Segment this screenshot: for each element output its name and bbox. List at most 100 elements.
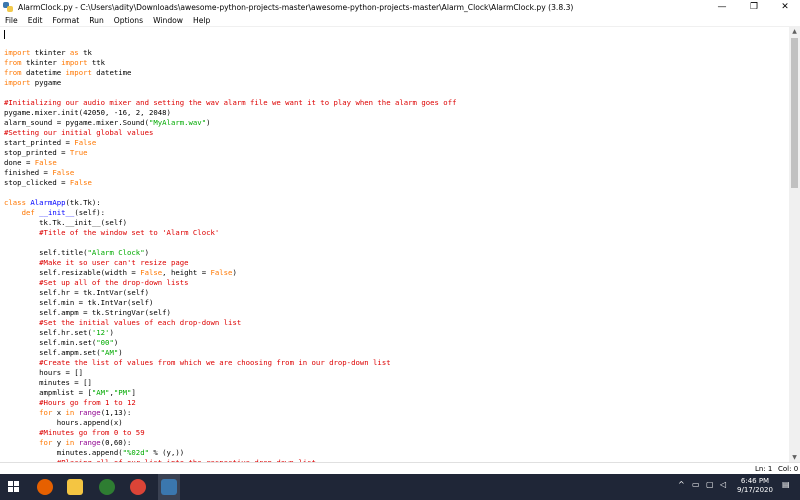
menu-help[interactable]: Help [188, 16, 215, 25]
code-token: AlarmApp [30, 198, 66, 207]
code-line[interactable]: self.min.set("00") [4, 338, 457, 348]
code-line[interactable]: #Title of the window set to 'Alarm Clock… [4, 228, 457, 238]
code-token: False [140, 268, 163, 277]
code-line[interactable]: self.hr = tk.IntVar(self) [4, 288, 457, 298]
code-line[interactable]: pygame.mixer.init(42050, -16, 2, 2048) [4, 108, 457, 118]
menu-run[interactable]: Run [84, 16, 109, 25]
python-idle-icon [3, 2, 13, 12]
system-clock[interactable]: 6:46 PM 9/17/2020 [736, 477, 774, 495]
code-line[interactable]: tk.Tk.__init__(self) [4, 218, 457, 228]
code-token: False [210, 268, 233, 277]
notification-icon[interactable]: ▤ [782, 480, 790, 489]
code-token: (0,60): [100, 438, 132, 447]
code-line[interactable]: start_printed = False [4, 138, 457, 148]
code-token: alarm_sound = pygame.mixer.Sound( [4, 118, 149, 127]
tray-expand-icon[interactable]: ^ [678, 480, 685, 489]
code-line[interactable] [4, 188, 457, 198]
code-line[interactable]: hours = [] [4, 368, 457, 378]
code-line[interactable]: #Create the list of values from which we… [4, 358, 457, 368]
code-line[interactable]: import pygame [4, 78, 457, 88]
code-token: "AM" [100, 348, 119, 357]
code-token: tkinter [21, 58, 62, 67]
code-line[interactable]: stop_printed = True [4, 148, 457, 158]
paint-app-icon[interactable] [99, 479, 115, 495]
code-line[interactable]: for x in range(1,13): [4, 408, 457, 418]
code-line[interactable]: #Hours go from 1 to 12 [4, 398, 457, 408]
scroll-down-icon[interactable]: ▼ [789, 452, 800, 462]
menu-file[interactable]: File [0, 16, 23, 25]
python-idle-taskbar-icon[interactable] [161, 479, 177, 495]
code-token: import [4, 48, 31, 57]
code-token: range [78, 408, 101, 417]
code-line[interactable]: minutes = [] [4, 378, 457, 388]
code-line[interactable] [4, 88, 457, 98]
chrome-icon[interactable] [130, 479, 146, 495]
code-line[interactable]: minutes.append("%02d" % (y,)) [4, 448, 457, 458]
code-line[interactable]: self.hr.set('12') [4, 328, 457, 338]
code-line[interactable]: #Set up all of the drop-down lists [4, 278, 457, 288]
code-token: (1,13): [100, 408, 132, 417]
code-line[interactable]: class AlarmApp(tk.Tk): [4, 198, 457, 208]
code-line[interactable]: #Minutes go from 0 to 59 [4, 428, 457, 438]
code-line[interactable]: from datetime import datetime [4, 68, 457, 78]
code-line[interactable]: hours.append(x) [4, 418, 457, 428]
code-line[interactable]: self.title("Alarm Clock") [4, 248, 457, 258]
code-token: self.resizable(width = [4, 268, 141, 277]
code-line[interactable]: finished = False [4, 168, 457, 178]
code-line[interactable]: self.resizable(width = False, height = F… [4, 268, 457, 278]
title-bar: AlarmClock.py - C:\Users\adity\Downloads… [0, 0, 800, 14]
firefox-icon[interactable] [37, 479, 53, 495]
code-line[interactable]: #Initializing our audio mixer and settin… [4, 98, 457, 108]
code-token: "00" [96, 338, 114, 347]
code-line[interactable]: stop_clicked = False [4, 178, 457, 188]
monitor-icon[interactable]: ▢ [706, 480, 714, 489]
close-button[interactable]: ✕ [770, 0, 800, 14]
minimize-button[interactable]: — [707, 0, 737, 14]
maximize-button[interactable]: ❐ [739, 0, 769, 14]
menu-window[interactable]: Window [148, 16, 188, 25]
clock-time: 6:46 PM [740, 477, 770, 485]
code-token: #Set up all of the drop-down lists [39, 278, 189, 287]
code-token: class [4, 198, 26, 207]
code-line[interactable]: def __init__(self): [4, 208, 457, 218]
code-token: "PM" [113, 388, 132, 397]
network-icon[interactable]: ▭ [692, 480, 700, 489]
code-line[interactable]: self.min = tk.IntVar(self) [4, 298, 457, 308]
code-token: __init__ [39, 208, 75, 217]
code-line[interactable]: #Set the initial values of each drop-dow… [4, 318, 457, 328]
code-token: pygame.mixer.init(42050, -16, 2, 2048) [4, 108, 171, 117]
code-token: import [65, 68, 92, 77]
code-line[interactable]: #Setting our initial global values [4, 128, 457, 138]
windows-start-icon[interactable] [8, 481, 20, 493]
code-token: self.hr.set( [4, 328, 92, 337]
menu-options[interactable]: Options [109, 16, 148, 25]
code-line[interactable]: from tkinter import ttk [4, 58, 457, 68]
code-token: stop_clicked = [4, 178, 70, 187]
vertical-scrollbar[interactable]: ▲ ▼ [789, 26, 800, 462]
code-token: start_printed = [4, 138, 75, 147]
menu-format[interactable]: Format [47, 16, 84, 25]
code-line[interactable]: #Make it so user can't resize page [4, 258, 457, 268]
code-line[interactable]: self.ampm.set("AM") [4, 348, 457, 358]
code-token: ) [109, 328, 114, 337]
code-line[interactable]: alarm_sound = pygame.mixer.Sound("MyAlar… [4, 118, 457, 128]
code-line[interactable]: import tkinter as tk [4, 48, 457, 58]
scroll-thumb[interactable] [791, 38, 798, 188]
file-explorer-icon[interactable] [67, 479, 83, 495]
volume-icon[interactable]: ◁ [720, 480, 726, 489]
scroll-up-icon[interactable]: ▲ [789, 26, 800, 36]
code-token: (self): [74, 208, 106, 217]
code-line[interactable]: for y in range(0,60): [4, 438, 457, 448]
code-line[interactable] [4, 238, 457, 248]
code-text[interactable]: import tkinter as tk from tkinter import … [4, 48, 457, 468]
menu-edit[interactable]: Edit [23, 16, 48, 25]
code-line[interactable]: done = False [4, 158, 457, 168]
code-token: ttk [87, 58, 106, 67]
code-token: for [39, 438, 53, 447]
code-line[interactable]: self.ampm = tk.StringVar(self) [4, 308, 457, 318]
code-line[interactable]: ampmlist = ["AM","PM"] [4, 388, 457, 398]
code-token: self.title( [4, 248, 88, 257]
